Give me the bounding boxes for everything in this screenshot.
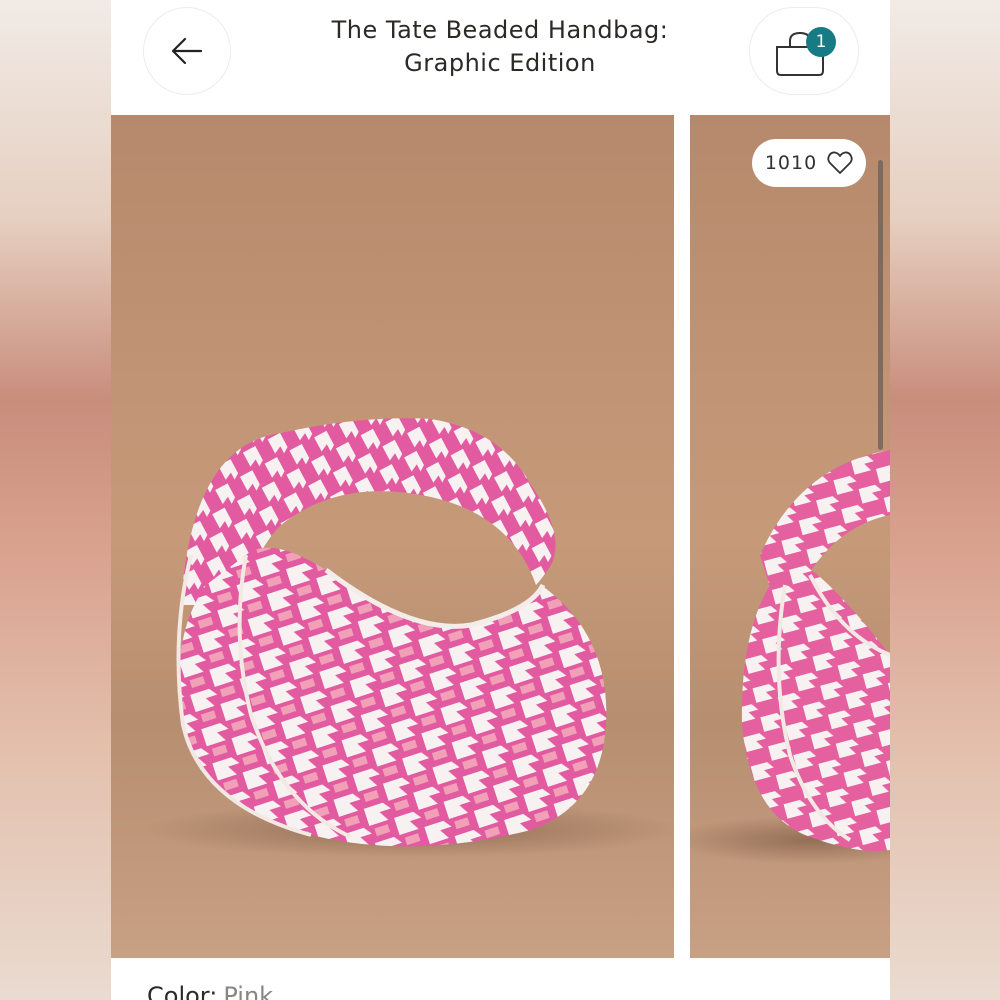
like-button[interactable]: 1010 bbox=[752, 139, 866, 187]
image-gallery[interactable] bbox=[111, 115, 890, 958]
product-image-1[interactable] bbox=[111, 115, 674, 958]
handbag-image bbox=[141, 418, 674, 858]
color-value: Pink bbox=[223, 982, 274, 1000]
heart-icon bbox=[827, 151, 853, 174]
scrollbar[interactable] bbox=[878, 160, 883, 450]
handbag-image bbox=[690, 450, 890, 864]
product-page: The Tate Beaded Handbag: Graphic Edition… bbox=[111, 0, 890, 1000]
arrow-left-icon bbox=[171, 37, 203, 65]
cart-count-badge: 1 bbox=[806, 27, 836, 57]
color-selector: Color: Pink bbox=[147, 982, 273, 1000]
page-title-line-2: Graphic Edition bbox=[404, 49, 596, 77]
like-count: 1010 bbox=[764, 152, 818, 174]
page-title: The Tate Beaded Handbag: Graphic Edition bbox=[311, 14, 689, 80]
page-title-line-1: The Tate Beaded Handbag: bbox=[331, 16, 669, 44]
color-label: Color: bbox=[147, 982, 218, 1000]
top-bar: The Tate Beaded Handbag: Graphic Edition… bbox=[111, 0, 890, 115]
back-button[interactable] bbox=[143, 7, 231, 95]
product-image-2[interactable] bbox=[690, 115, 890, 958]
cart-button[interactable]: 1 bbox=[749, 7, 859, 95]
